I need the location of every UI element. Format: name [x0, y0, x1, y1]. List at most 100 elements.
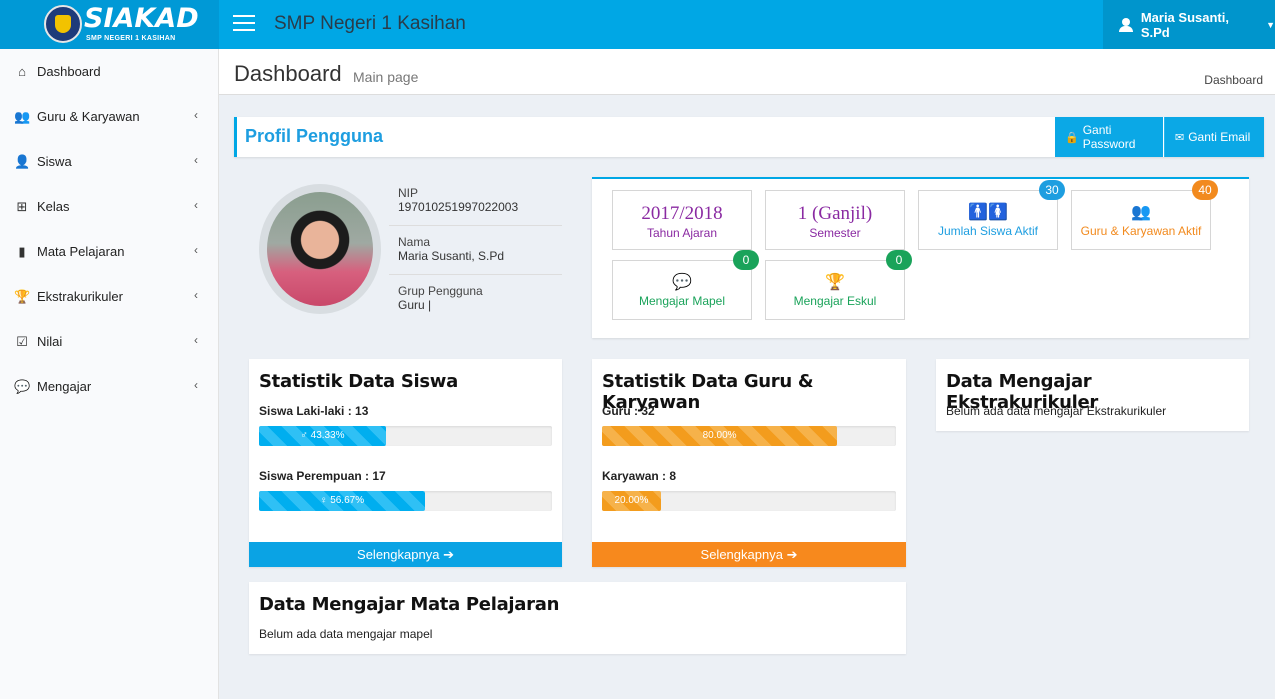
page-title: Dashboard	[234, 61, 342, 86]
teachers-progress-fill: 80.00%	[602, 426, 838, 446]
group-value: Guru |	[398, 298, 432, 312]
page-subtitle: Main page	[353, 69, 419, 85]
change-password-button[interactable]: 🔒 Ganti Password	[1055, 117, 1163, 157]
check-square-icon: ☑	[16, 333, 28, 349]
sidebar-item-mata-pelajaran[interactable]: ▮ Mata Pelajaran ‹	[0, 229, 218, 274]
arrow-right-icon: ➔	[443, 547, 454, 562]
sitemap-icon: ⊞	[16, 198, 28, 214]
brand-name: SIAKAD	[84, 3, 199, 34]
caret-down-icon: ▼	[1266, 19, 1275, 30]
active-staff-badge: 40	[1192, 180, 1218, 200]
male-students-label: Siswa Laki-laki : 13	[259, 404, 369, 418]
teaching-subject-label: Mengajar Mapel	[638, 294, 726, 308]
user-name: Maria Susanti, S.Pd	[1140, 9, 1229, 40]
chevron-left-icon: ‹	[194, 333, 198, 347]
book-icon: ▮	[18, 243, 26, 259]
academic-year-tile: 2017/2018 Tahun Ajaran	[612, 190, 752, 250]
profile-title: Profil Pengguna	[245, 126, 384, 146]
employees-label: Karyawan : 8	[602, 469, 677, 483]
users-icon: 👥	[14, 108, 31, 124]
sidebar-item-label: Mengajar	[37, 379, 92, 394]
employees-percent: 20.00%	[614, 495, 649, 506]
subject-teaching-desc: Belum ada data mengajar mapel	[259, 627, 433, 641]
sidebar-item-kelas[interactable]: ⊞ Kelas ‹	[0, 184, 218, 229]
female-students-label: Siswa Perempuan : 17	[259, 469, 386, 483]
eskul-teaching-box: Data Mengajar Ekstrakurikuler Belum ada …	[936, 359, 1249, 431]
staff-more-button[interactable]: Selengkapnya ➔	[592, 542, 906, 567]
sidebar: ⌂ Dashboard 👥 Guru & Karyawan ‹ 👤 Siswa ‹ ⊞ Kelas…	[0, 49, 219, 699]
staff-stats-box: Statistik Data Guru & Karyawan Guru : 32…	[592, 359, 906, 567]
envelope-icon: ✉	[1175, 131, 1185, 144]
sidebar-item-label: Kelas	[37, 199, 70, 214]
school-name: SMP Negeri 1 Kasihan	[274, 13, 466, 34]
sidebar-item-ekstrakurikuler[interactable]: 🏆 Ekstrakurikuler ‹	[0, 274, 218, 319]
trophy-icon: 🏆	[825, 274, 845, 291]
sidebar-item-label: Mata Pelajaran	[37, 244, 125, 259]
active-students-badge: 30	[1039, 180, 1065, 200]
sidebar-item-label: Guru & Karyawan	[37, 109, 140, 124]
users-icon: 👥	[1131, 204, 1151, 221]
lock-icon: 🔒	[1065, 131, 1079, 144]
chevron-left-icon: ‹	[194, 288, 198, 302]
breadcrumb[interactable]: Dashboard	[1204, 73, 1263, 87]
group-label: Grup Pengguna	[398, 284, 483, 298]
subject-teaching-title: Data Mengajar Mata Pelajaran	[259, 594, 560, 615]
sidebar-item-dashboard[interactable]: ⌂ Dashboard	[0, 49, 218, 94]
sidebar-item-label: Nilai	[37, 334, 63, 349]
chevron-left-icon: ‹	[194, 153, 198, 167]
male-progress-fill: ♂ 43.33%	[259, 426, 386, 446]
user-menu[interactable]: Maria Susanti, S.Pd ▼	[1103, 0, 1275, 49]
sidebar-item-guru-karyawan[interactable]: 👥 Guru & Karyawan ‹	[0, 94, 218, 139]
active-students-label: Jumlah Siswa Aktif	[937, 224, 1039, 238]
teachers-label: Guru : 32	[602, 404, 655, 418]
employees-progress: 20.00%	[602, 491, 896, 511]
change-password-label: Ganti Password	[1082, 123, 1136, 151]
sidebar-item-mengajar[interactable]: 💬 Mengajar ‹	[0, 364, 218, 409]
teaching-subject-tile[interactable]: 💬 Mengajar Mapel 0	[612, 250, 759, 320]
avatar-photo	[267, 192, 373, 306]
staff-more-label: Selengkapnya	[700, 547, 783, 562]
name-info: Nama Maria Susanti, S.Pd	[389, 235, 562, 275]
teaching-eskul-label: Mengajar Eskul	[793, 294, 877, 308]
logo[interactable]: SIAKAD SMP NEGERI 1 KASIHAN	[0, 0, 219, 49]
student-more-button[interactable]: Selengkapnya ➔	[249, 542, 562, 567]
name-label: Nama	[398, 235, 431, 249]
chevron-left-icon: ‹	[194, 378, 198, 392]
teachers-percent: 80.00%	[702, 430, 737, 441]
school-seal-icon	[44, 5, 82, 43]
teachers-progress: 80.00%	[602, 426, 896, 446]
student-stats-box: Statistik Data Siswa Siswa Laki-laki : 1…	[249, 359, 562, 567]
menu-toggle-icon[interactable]	[233, 15, 255, 33]
sidebar-item-label: Ekstrakurikuler	[37, 289, 123, 304]
academic-year-value: 2017/2018	[641, 203, 723, 224]
active-staff-tile[interactable]: 👥 Guru & Karyawan Aktif 40	[1071, 180, 1218, 250]
change-email-label: Ganti Email	[1188, 130, 1251, 144]
user-icon	[1119, 17, 1133, 32]
chevron-left-icon: ‹	[194, 198, 198, 212]
male-female-icon: 🚹🚺	[968, 204, 1008, 221]
brand-subtitle: SMP NEGERI 1 KASIHAN	[86, 35, 176, 42]
male-progress: ♂ 43.33%	[259, 426, 552, 446]
sidebar-item-nilai[interactable]: ☑ Nilai ‹	[0, 319, 218, 364]
sidebar-item-label: Siswa	[37, 154, 72, 169]
semester-tile: 1 (Ganjil) Semester	[765, 190, 905, 250]
top-header: SIAKAD SMP NEGERI 1 KASIHAN SMP Negeri 1…	[0, 0, 1275, 49]
teaching-subject-badge: 0	[733, 250, 759, 270]
nip-value: 197010251997022003	[398, 200, 519, 214]
change-email-button[interactable]: ✉ Ganti Email	[1164, 117, 1264, 157]
home-icon: ⌂	[18, 64, 26, 79]
avatar	[259, 184, 381, 314]
group-info: Grup Pengguna Guru |	[389, 284, 562, 324]
semester-value: 1 (Ganjil)	[797, 203, 873, 224]
content-header: Dashboard Main page Dashboard	[219, 49, 1275, 95]
active-students-tile[interactable]: 🚹🚺 Jumlah Siswa Aktif 30	[918, 180, 1065, 250]
arrow-right-icon: ➔	[786, 547, 798, 562]
student-more-label: Selengkapnya	[357, 547, 440, 562]
main-content: Dashboard Main page Dashboard Profil Pen…	[219, 49, 1275, 699]
teaching-eskul-badge: 0	[886, 250, 912, 270]
female-percent: 56.67%	[330, 495, 365, 506]
user-icon: 👤	[14, 153, 31, 169]
male-percent: 43.33%	[310, 430, 345, 441]
teaching-eskul-tile[interactable]: 🏆 Mengajar Eskul 0	[765, 250, 912, 320]
sidebar-item-siswa[interactable]: 👤 Siswa ‹	[0, 139, 218, 184]
